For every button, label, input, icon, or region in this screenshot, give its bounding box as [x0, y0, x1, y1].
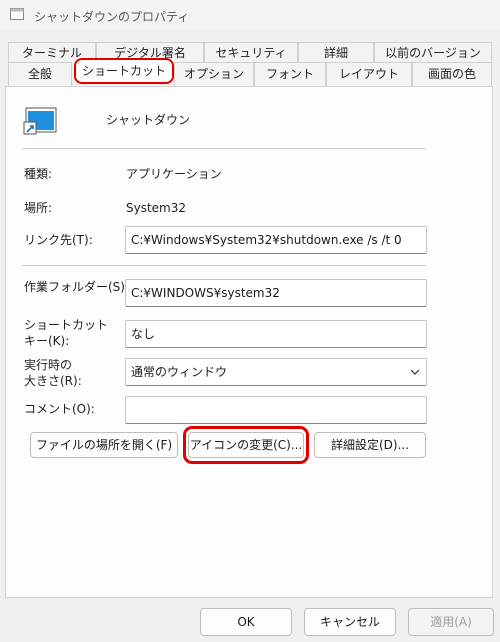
run-size-select[interactable]: 通常のウィンドウ — [125, 358, 427, 386]
tab-shortcut[interactable]: ショートカット — [74, 58, 174, 84]
location-value: System32 — [126, 201, 187, 215]
separator — [22, 265, 426, 266]
tab-screen-colors[interactable]: 画面の色 — [412, 62, 492, 86]
hotkey-label-line1: ショートカット — [24, 318, 109, 332]
comment-input[interactable] — [125, 396, 427, 424]
run-label-line1: 実行時の — [24, 358, 73, 372]
run-label-line2: 大きさ(R): — [24, 374, 82, 388]
tab-previous-versions[interactable]: 以前のバージョン — [374, 42, 492, 62]
start-in-input[interactable]: C:¥WINDOWS¥system32 — [125, 279, 427, 307]
shortcut-name: シャットダウン — [106, 113, 191, 127]
start-in-label: 作業フォルダー(S): — [24, 280, 130, 294]
hotkey-input[interactable]: なし — [125, 320, 427, 348]
run-size-value: 通常のウィンドウ — [131, 365, 228, 379]
comment-label: コメント(O): — [24, 402, 95, 416]
separator — [22, 148, 426, 149]
shortcut-app-icon — [23, 107, 57, 135]
type-label: 種類: — [24, 167, 53, 181]
change-icon-highlight — [183, 426, 309, 464]
target-input[interactable]: C:¥Windows¥System32¥shutdown.exe /s /t 0 — [125, 226, 427, 254]
ok-button[interactable]: OK — [200, 608, 292, 636]
tab-general[interactable]: 全般 — [8, 62, 72, 86]
tab-font[interactable]: フォント — [254, 62, 326, 86]
tab-layout[interactable]: レイアウト — [326, 62, 412, 86]
advanced-button[interactable]: 詳細設定(D)... — [314, 432, 426, 458]
window-icon — [10, 8, 24, 20]
location-label: 場所: — [24, 201, 53, 215]
tab-details[interactable]: 詳細 — [298, 42, 374, 62]
chevron-down-icon — [410, 369, 420, 375]
tab-security[interactable]: セキュリティ — [204, 42, 298, 62]
cancel-button[interactable]: キャンセル — [304, 608, 396, 636]
open-file-location-button[interactable]: ファイルの場所を開く(F) — [30, 432, 178, 458]
type-value: アプリケーション — [126, 167, 222, 181]
hotkey-label-line2: キー(K): — [24, 334, 70, 348]
title-bar: シャットダウンのプロパティ — [0, 0, 500, 30]
apply-button[interactable]: 適用(A) — [408, 608, 494, 636]
window-title: シャットダウンのプロパティ — [34, 10, 190, 24]
tab-options[interactable]: オプション — [174, 62, 254, 86]
target-label: リンク先(T): — [24, 233, 93, 247]
